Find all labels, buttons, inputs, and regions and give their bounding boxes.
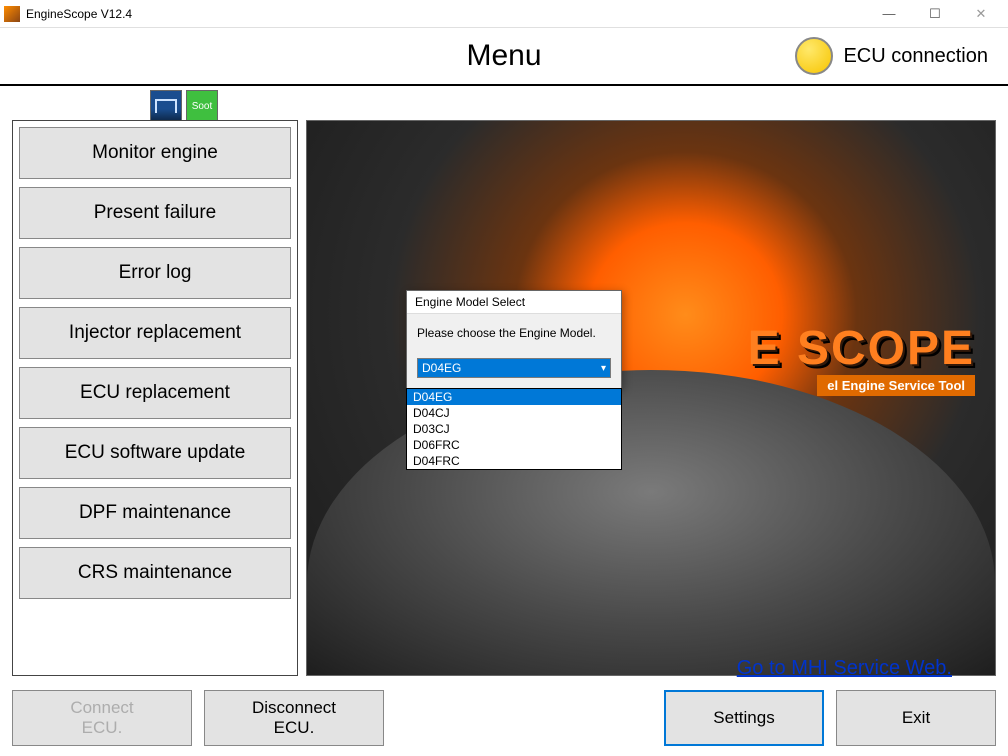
sidebar-item-error-log[interactable]: Error log [19, 247, 291, 299]
close-button[interactable]: ✕ [958, 0, 1004, 28]
product-logo-text: E SCOPE [748, 321, 975, 376]
ecu-status-label: ECU connection [843, 45, 988, 68]
sidebar-item-ecu-software-update[interactable]: ECU software update [19, 427, 291, 479]
spacer [396, 690, 664, 746]
connect-ecu-button: Connect ECU. [12, 690, 192, 746]
toolbar-icons: Soot [150, 90, 218, 122]
settings-button[interactable]: Settings [664, 690, 824, 746]
soot-icon[interactable]: Soot [186, 90, 218, 122]
engine-model-select-dialog: Engine Model Select Please choose the En… [406, 290, 622, 389]
sidebar-item-monitor-engine[interactable]: Monitor engine [19, 127, 291, 179]
window-controls: — ☐ ✕ [866, 0, 1004, 28]
sidebar-menu: Monitor engine Present failure Error log… [12, 120, 298, 676]
sidebar-item-crs-maintenance[interactable]: CRS maintenance [19, 547, 291, 599]
chevron-down-icon: ▾ [601, 363, 606, 374]
dialog-title: Engine Model Select [407, 291, 621, 314]
window-title: EngineScope V12.4 [26, 7, 866, 21]
maximize-button[interactable]: ☐ [912, 0, 958, 28]
page-title: Menu [466, 39, 541, 73]
disconnect-ecu-button[interactable]: Disconnect ECU. [204, 690, 384, 746]
ecu-status-led-icon [795, 37, 833, 75]
product-logo-subtitle: el Engine Service Tool [817, 375, 975, 396]
dialog-body: Please choose the Engine Model. D04EG ▾ [407, 314, 621, 388]
window-titlebar: EngineScope V12.4 — ☐ ✕ [0, 0, 1008, 28]
sidebar-item-ecu-replacement[interactable]: ECU replacement [19, 367, 291, 419]
dialog-message: Please choose the Engine Model. [417, 326, 611, 340]
sidebar-item-present-failure[interactable]: Present failure [19, 187, 291, 239]
dropdown-option[interactable]: D06FRC [407, 437, 621, 453]
sidebar-item-dpf-maintenance[interactable]: DPF maintenance [19, 487, 291, 539]
exit-button[interactable]: Exit [836, 690, 996, 746]
minimize-button[interactable]: — [866, 0, 912, 28]
app-icon [4, 6, 20, 22]
bottom-button-bar: Connect ECU. Disconnect ECU. Settings Ex… [12, 690, 996, 746]
dropdown-option[interactable]: D04CJ [407, 405, 621, 421]
engine-model-combobox[interactable]: D04EG ▾ [417, 358, 611, 378]
engine-model-dropdown-list[interactable]: D04EG D04CJ D03CJ D06FRC D04FRC [406, 388, 622, 470]
dropdown-option[interactable]: D04FRC [407, 453, 621, 469]
waveform-icon[interactable] [150, 90, 182, 122]
service-web-link[interactable]: Go to MHI Service Web. [737, 657, 952, 679]
dropdown-option[interactable]: D03CJ [407, 421, 621, 437]
combobox-selected-value: D04EG [422, 361, 461, 375]
app-header: Menu ECU connection [0, 28, 1008, 86]
service-web-link-container: Go to MHI Service Web. [737, 657, 952, 680]
ecu-status: ECU connection [795, 37, 988, 75]
sidebar-item-injector-replacement[interactable]: Injector replacement [19, 307, 291, 359]
dropdown-option[interactable]: D04EG [407, 389, 621, 405]
